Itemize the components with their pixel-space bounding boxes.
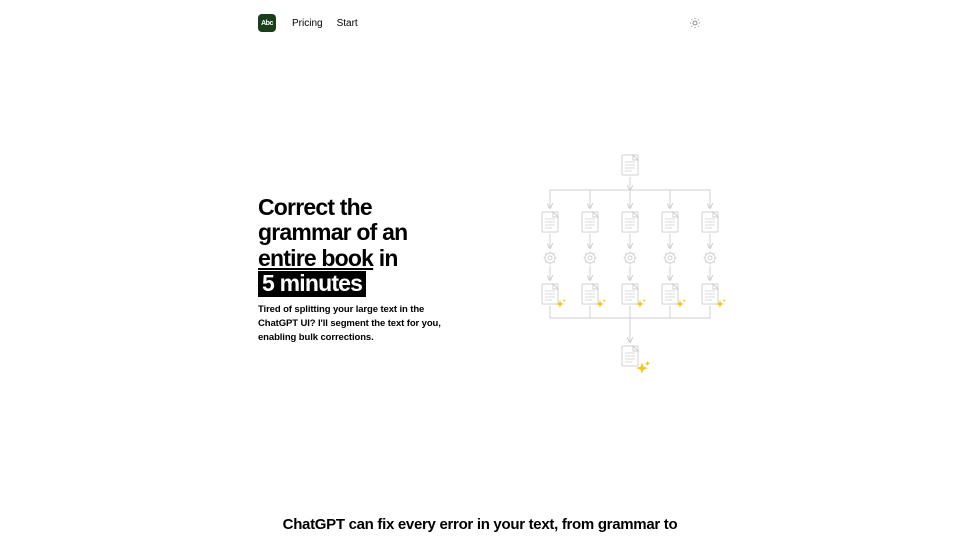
section-features: ChatGPT can fix every error in your text… (0, 516, 960, 533)
headline-part1: Correct the grammar of an (258, 194, 407, 245)
theme-toggle-button[interactable] (688, 16, 702, 30)
result-docs-row (542, 284, 726, 308)
header: Abc Pricing Start (0, 14, 960, 32)
branch-lines (550, 177, 710, 208)
processing-gears-row (544, 252, 717, 265)
nav-start[interactable]: Start (337, 18, 358, 29)
hero-subtitle: Tired of splitting your large text in th… (258, 303, 458, 344)
features-heading: ChatGPT can fix every error in your text… (0, 516, 960, 533)
headline-highlight: 5 minutes (258, 271, 366, 297)
main-nav: Pricing Start (292, 18, 358, 29)
headline-part2: in (373, 245, 397, 271)
hero-section: Correct the grammar of an entire book in… (258, 195, 458, 344)
headline-underline: entire book (258, 245, 373, 271)
app-logo[interactable]: Abc (258, 14, 276, 32)
split-docs-row (542, 212, 718, 232)
source-doc-icon (622, 155, 638, 175)
final-doc-icon (622, 346, 650, 374)
to-result-arrows (550, 266, 710, 280)
sun-icon (689, 17, 701, 29)
merge-lines (550, 306, 710, 342)
header-left: Abc Pricing Start (258, 14, 358, 32)
flow-diagram (520, 150, 740, 385)
nav-pricing[interactable]: Pricing (292, 18, 323, 29)
to-gear-arrows (550, 234, 710, 248)
hero-headline: Correct the grammar of an entire book in… (258, 195, 458, 297)
